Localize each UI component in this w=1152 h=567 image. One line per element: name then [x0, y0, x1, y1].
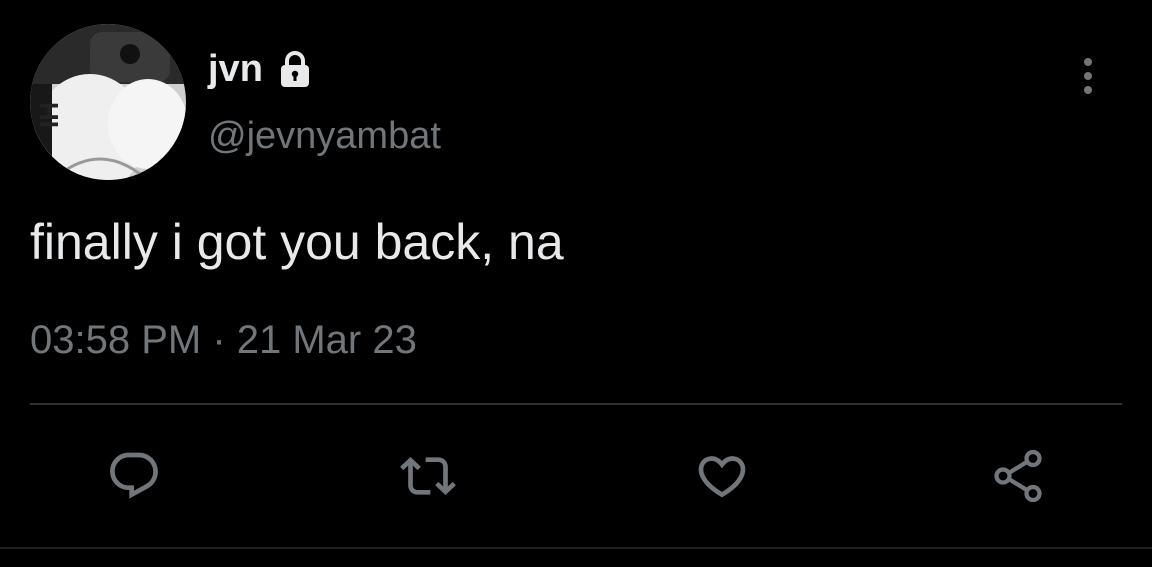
avatar-photo-icon: HI — [30, 24, 186, 180]
reply-icon — [110, 452, 158, 499]
display-name-row: jvn — [208, 44, 315, 94]
retweet-button[interactable] — [398, 446, 458, 506]
user-handle[interactable]: @jevnyambat — [208, 115, 441, 158]
display-name[interactable]: jvn — [208, 50, 263, 88]
svg-text:HI: HI — [34, 102, 64, 128]
tweet: HI jvn @jevnyambat finally i got you bac… — [0, 0, 1152, 567]
tweet-timestamp[interactable]: 03:58 PM · 21 Mar 23 — [30, 318, 417, 362]
like-button[interactable] — [692, 446, 752, 506]
reply-button[interactable] — [104, 446, 164, 506]
like-icon — [698, 456, 746, 498]
share-icon — [994, 449, 1042, 503]
avatar[interactable]: HI — [30, 24, 186, 180]
share-button[interactable] — [988, 446, 1048, 506]
more-options-button[interactable] — [1066, 52, 1110, 100]
tweet-text: finally i got you back, na — [30, 214, 564, 270]
bottom-divider — [0, 547, 1152, 549]
retweet-icon — [400, 457, 456, 495]
lock-icon — [275, 49, 315, 89]
divider — [30, 403, 1122, 405]
more-vertical-icon — [1084, 58, 1092, 94]
